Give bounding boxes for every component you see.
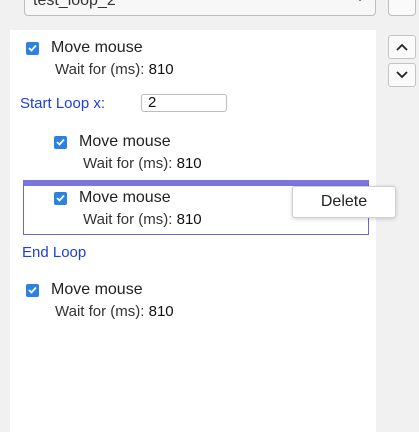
item-checkbox[interactable] <box>26 283 39 297</box>
script-select-value: test_loop_2 <box>33 0 116 9</box>
move-down-button[interactable] <box>388 63 416 87</box>
start-loop-label: Start Loop x: <box>20 95 106 112</box>
checkmark-icon <box>28 286 37 294</box>
checkmark-icon <box>28 44 37 52</box>
wait-value: 810 <box>148 61 174 78</box>
script-select-dropdown[interactable]: test_loop_2 ⌄ <box>24 0 376 16</box>
wait-value: 810 <box>148 303 174 320</box>
item-wait-row: Wait for (ms): 810 <box>83 155 394 175</box>
chevron-down-icon: ⌄ <box>355 0 365 4</box>
item-title: Move mouse <box>79 189 171 206</box>
chevron-down-icon <box>396 71 408 79</box>
action-editor: test_loop_2 ⌄ Move mouse Wait for (ms): … <box>0 0 419 432</box>
wait-label: Wait for (ms): <box>55 303 145 320</box>
item-title: Move mouse <box>51 39 143 56</box>
item-checkbox[interactable] <box>26 41 39 55</box>
wait-label: Wait for (ms): <box>55 61 145 78</box>
checkmark-icon <box>56 138 65 146</box>
top-right-button[interactable] <box>388 0 416 16</box>
move-up-button[interactable] <box>388 35 416 59</box>
loop-count-input[interactable]: 2 <box>141 94 227 112</box>
chevron-up-icon <box>396 43 408 51</box>
action-list: Move mouse Wait for (ms): 810 Start Loop… <box>10 30 376 432</box>
item-wait-row: Wait for (ms): 810 <box>55 303 366 323</box>
checkmark-icon <box>56 194 65 202</box>
context-menu: Delete <box>292 186 396 218</box>
wait-label: Wait for (ms): <box>83 211 173 228</box>
item-wait-row: Wait for (ms): 810 <box>55 61 366 81</box>
delete-menu-item[interactable]: Delete <box>321 193 367 211</box>
wait-label: Wait for (ms): <box>83 155 173 172</box>
list-item[interactable]: Move mouse Wait for (ms): 810 <box>54 132 394 175</box>
list-item[interactable]: Move mouse Wait for (ms): 810 <box>26 280 366 323</box>
wait-value: 810 <box>176 155 202 172</box>
item-title: Move mouse <box>79 133 171 150</box>
item-title: Move mouse <box>51 281 143 298</box>
list-item[interactable]: Move mouse Wait for (ms): 810 <box>26 38 366 81</box>
item-checkbox[interactable] <box>54 191 67 205</box>
item-checkbox[interactable] <box>54 135 67 149</box>
end-loop-label: End Loop <box>22 244 87 261</box>
wait-value: 810 <box>176 211 202 228</box>
